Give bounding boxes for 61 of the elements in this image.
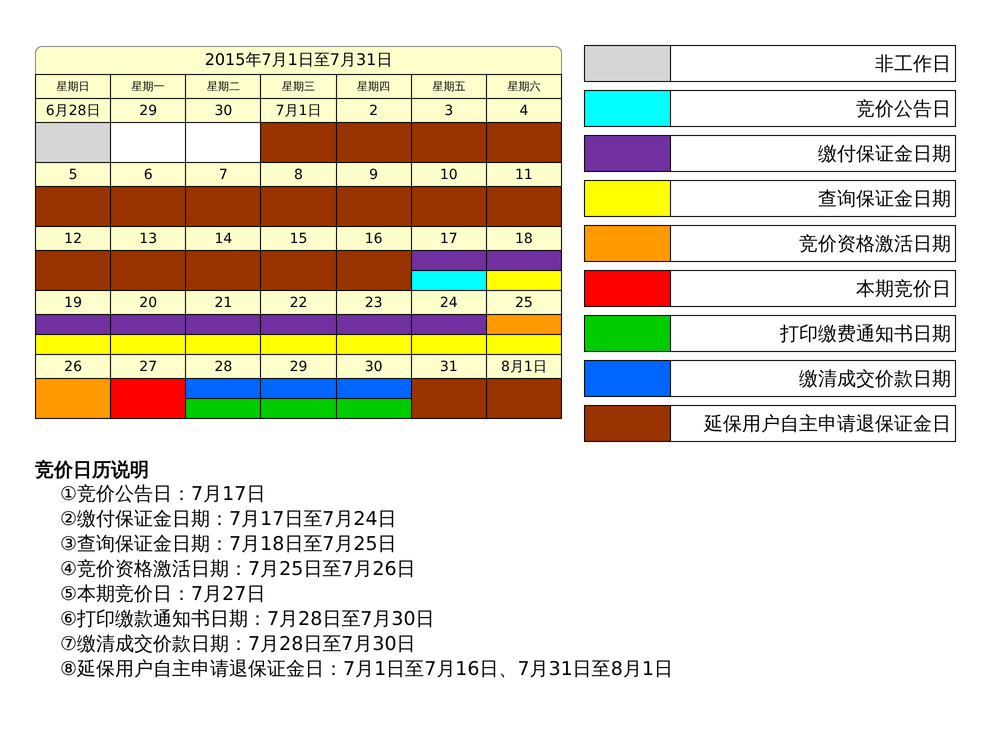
weekday-header: 星期四 (336, 75, 411, 98)
date-cell: 25 (486, 291, 561, 314)
date-cell: 11 (486, 163, 561, 186)
date-cell: 12 (36, 227, 110, 250)
date-cell: 2 (336, 99, 411, 122)
date-cell: 8 (261, 163, 336, 186)
date-cell: 27 (111, 355, 186, 378)
legend-label: 延保用户自主申请退保证金日 (703, 412, 952, 436)
weekday-header: 星期二 (186, 75, 260, 98)
date-cell: 9 (336, 163, 411, 186)
date-cell: 16 (336, 227, 411, 250)
legend-label: 缴清成交价款日期 (798, 366, 952, 392)
date-cell: 30 (336, 355, 411, 378)
date-cell: 24 (412, 291, 486, 314)
date-cell: 7月1日 (261, 99, 336, 122)
date-cell: 28 (186, 355, 260, 378)
date-cell: 10 (412, 163, 486, 186)
legend-label: 竞价公告日 (855, 96, 952, 122)
date-cell: 4 (486, 99, 561, 122)
note-line: ②缴付保证金日期：7月17日至7月24日 (60, 507, 397, 532)
weekday-header: 星期六 (486, 75, 561, 98)
date-cell: 29 (261, 355, 336, 378)
date-cell: 21 (186, 291, 260, 314)
legend-label: 打印缴费通知书日期 (779, 322, 952, 346)
note-line: ⑧延保用户自主申请退保证金日：7月1日至7月16日、7月31日至8月1日 (60, 657, 673, 682)
legend-label: 查询保证金日期 (817, 186, 952, 212)
date-cell: 26 (36, 355, 110, 378)
note-line: ⑦缴清成交价款日期：7月28日至7月30日 (60, 632, 416, 657)
legend-label: 本期竞价日 (855, 276, 952, 302)
date-cell: 3 (412, 99, 486, 122)
weekday-header: 星期五 (412, 75, 486, 98)
legend-label: 竞价资格激活日期 (798, 232, 952, 256)
calendar-title: 2015年7月1日至7月31日 (35, 46, 562, 74)
note-line: ④竞价资格激活日期：7月25日至7月26日 (60, 557, 416, 582)
date-cell: 6 (111, 163, 186, 186)
legend-label: 非工作日 (874, 52, 952, 76)
weekday-header: 星期日 (36, 75, 110, 98)
note-line: ①竞价公告日：7月17日 (60, 482, 266, 507)
date-cell: 13 (111, 227, 186, 250)
date-cell: 23 (336, 291, 411, 314)
date-cell: 22 (261, 291, 336, 314)
date-cell: 8月1日 (486, 355, 561, 378)
weekday-header: 星期一 (111, 75, 186, 98)
date-cell: 5 (36, 163, 110, 186)
legend-label: 缴付保证金日期 (817, 142, 952, 166)
date-cell: 30 (186, 99, 260, 122)
note-line: ⑥打印缴款通知书日期：7月28日至7月30日 (60, 607, 435, 632)
date-cell: 29 (111, 99, 186, 122)
date-cell: 6月28日 (36, 99, 110, 122)
date-cell: 19 (36, 291, 110, 314)
note-line: ⑤本期竞价日：7月27日 (60, 582, 266, 607)
date-cell: 14 (186, 227, 260, 250)
date-cell: 17 (412, 227, 486, 250)
note-line: ③查询保证金日期：7月18日至7月25日 (60, 532, 397, 557)
date-cell: 18 (486, 227, 561, 250)
date-cell: 7 (186, 163, 260, 186)
weekday-header: 星期三 (261, 75, 336, 98)
date-cell: 31 (412, 355, 486, 378)
date-cell: 20 (111, 291, 186, 314)
date-cell: 15 (261, 227, 336, 250)
notes-title: 竞价日历说明 (35, 458, 149, 482)
